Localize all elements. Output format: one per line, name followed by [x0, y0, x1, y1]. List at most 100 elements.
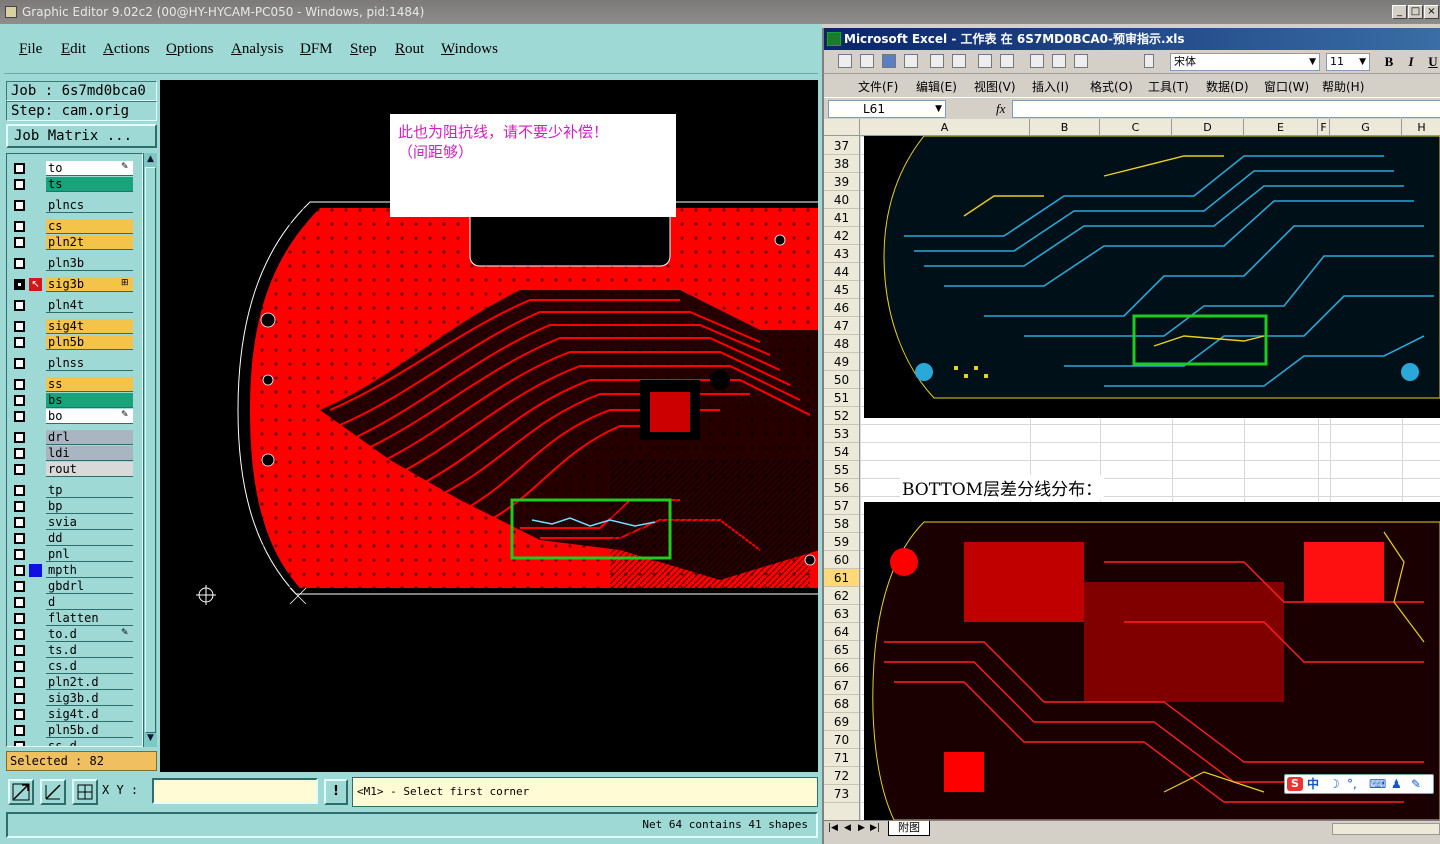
layer-row[interactable]: d [11, 595, 135, 610]
toolbar-options-icon[interactable] [1144, 54, 1154, 68]
layer-name[interactable]: sig3b [46, 277, 133, 292]
layer-row[interactable]: sig3b.d [11, 691, 135, 706]
moon-icon[interactable]: ☽ [1329, 775, 1340, 793]
layer-checkbox[interactable] [14, 501, 25, 512]
layer-row[interactable]: bp [11, 499, 135, 514]
layer-checkbox[interactable] [14, 725, 25, 736]
layer-checkbox[interactable] [14, 279, 25, 290]
row-header[interactable]: 64 [824, 623, 859, 641]
layer-name[interactable]: mpth [46, 563, 133, 578]
layer-name[interactable]: tp [46, 483, 133, 498]
paste-icon[interactable] [1074, 54, 1088, 68]
layer-row[interactable]: to.d ✎ [11, 627, 135, 642]
layer-name[interactable]: flatten [46, 611, 133, 626]
row-header[interactable]: 65 [824, 641, 859, 659]
layer-name[interactable]: plnss [46, 356, 133, 371]
row-header[interactable]: 60 [824, 551, 859, 569]
menu-analysis[interactable]: Analysis [231, 41, 284, 58]
underline-button[interactable]: U [1424, 54, 1440, 70]
layer-checkbox[interactable] [14, 358, 25, 369]
layer-name[interactable]: d [46, 595, 133, 610]
xl-menu-window[interactable]: 窗口(W) [1264, 78, 1309, 95]
scroll-up-icon[interactable]: ▲ [145, 154, 156, 166]
layer-name[interactable]: pln4t [46, 298, 133, 313]
formula-input[interactable] [1012, 100, 1440, 118]
top-layer-picture[interactable] [864, 136, 1440, 418]
layer-checkbox[interactable] [14, 448, 25, 459]
sheet-tab-active[interactable]: 附图 [888, 821, 930, 836]
scroll-down-icon[interactable]: ▼ [145, 733, 156, 745]
open-file-icon[interactable] [860, 54, 874, 68]
layer-row[interactable]: plnss [11, 356, 135, 371]
menu-actions[interactable]: Actions [103, 41, 150, 58]
row-header[interactable]: 58 [824, 515, 859, 533]
layer-checkbox[interactable] [14, 337, 25, 348]
close-icon[interactable]: × [1424, 5, 1439, 19]
layer-checkbox[interactable] [14, 200, 25, 211]
layer-name[interactable]: pln3b [46, 256, 133, 271]
layer-row[interactable]: mpth [11, 563, 135, 578]
column-header[interactable]: F [1318, 119, 1330, 136]
row-header[interactable]: 54 [824, 443, 859, 461]
layer-checkbox[interactable] [14, 432, 25, 443]
layer-row[interactable]: pnl [11, 547, 135, 562]
layer-checkbox[interactable] [14, 321, 25, 332]
row-header[interactable]: 56 [824, 479, 859, 497]
row-header[interactable]: 72 [824, 767, 859, 785]
save-icon[interactable] [882, 54, 896, 68]
menu-options[interactable]: Options [166, 41, 214, 58]
layer-name[interactable]: pnl [46, 547, 133, 562]
layer-checkbox[interactable] [14, 645, 25, 656]
layer-checkbox[interactable] [14, 221, 25, 232]
layer-checkbox[interactable] [14, 661, 25, 672]
name-box[interactable]: L61 ▼ [828, 100, 946, 118]
row-header[interactable]: 46 [824, 299, 859, 317]
layer-name[interactable]: bs [46, 393, 133, 408]
row-header[interactable]: 59 [824, 533, 859, 551]
punctuation-icon[interactable]: °, [1347, 775, 1357, 793]
select-all-corner[interactable] [824, 119, 860, 136]
layer-name[interactable]: sig4t.d [46, 707, 133, 722]
spelling-icon[interactable] [978, 54, 992, 68]
xl-menu-data[interactable]: 数据(D) [1206, 78, 1249, 95]
layer-name[interactable]: ts.d [46, 643, 133, 658]
menu-dfm[interactable]: DFM [300, 41, 333, 58]
section-heading-cell[interactable]: BOTTOM层差分线分布： [900, 475, 1105, 500]
layer-row[interactable]: pln5b [11, 335, 135, 350]
column-header[interactable]: B [1030, 119, 1100, 136]
column-header[interactable]: C [1100, 119, 1172, 136]
layer-checkbox[interactable] [14, 464, 25, 475]
layer-name[interactable]: ts [46, 177, 133, 192]
row-header[interactable]: 63 [824, 605, 859, 623]
ime-mode-label[interactable]: 中 [1307, 775, 1319, 793]
layer-row[interactable]: sig4t.d [11, 707, 135, 722]
layer-name[interactable]: cs.d [46, 659, 133, 674]
layer-row[interactable]: cs [11, 219, 135, 234]
layer-row[interactable]: pln2t.d [11, 675, 135, 690]
row-header[interactable]: 67 [824, 677, 859, 695]
xy-apply-button[interactable]: ! [324, 779, 348, 805]
print-preview-icon[interactable] [952, 54, 966, 68]
layer-row[interactable]: ss.d [11, 739, 135, 746]
wrench-icon[interactable]: ✎ [1411, 775, 1421, 793]
row-header[interactable]: 41 [824, 209, 859, 227]
layer-row[interactable]: pln4t [11, 298, 135, 313]
layer-checkbox[interactable] [14, 300, 25, 311]
layer-checkbox[interactable] [14, 237, 25, 248]
first-sheet-icon[interactable]: |◀ [828, 823, 838, 833]
scroll-thumb[interactable] [145, 167, 156, 733]
layer-name[interactable]: ss [46, 377, 133, 392]
layer-checkbox[interactable] [14, 163, 25, 174]
row-header[interactable]: 70 [824, 731, 859, 749]
row-header[interactable]: 73 [824, 785, 859, 803]
layer-name[interactable]: ss.d [46, 739, 133, 746]
layer-checkbox[interactable] [14, 597, 25, 608]
bottom-layer-picture[interactable] [864, 502, 1440, 820]
layer-checkbox[interactable] [14, 533, 25, 544]
layer-name[interactable]: to.d [46, 627, 133, 642]
layer-row[interactable]: sig4t [11, 319, 135, 334]
layer-checkbox[interactable] [14, 709, 25, 720]
last-sheet-icon[interactable]: ▶| [870, 823, 880, 833]
xl-menu-help[interactable]: 帮助(H) [1322, 78, 1364, 95]
layer-checkbox[interactable] [14, 677, 25, 688]
